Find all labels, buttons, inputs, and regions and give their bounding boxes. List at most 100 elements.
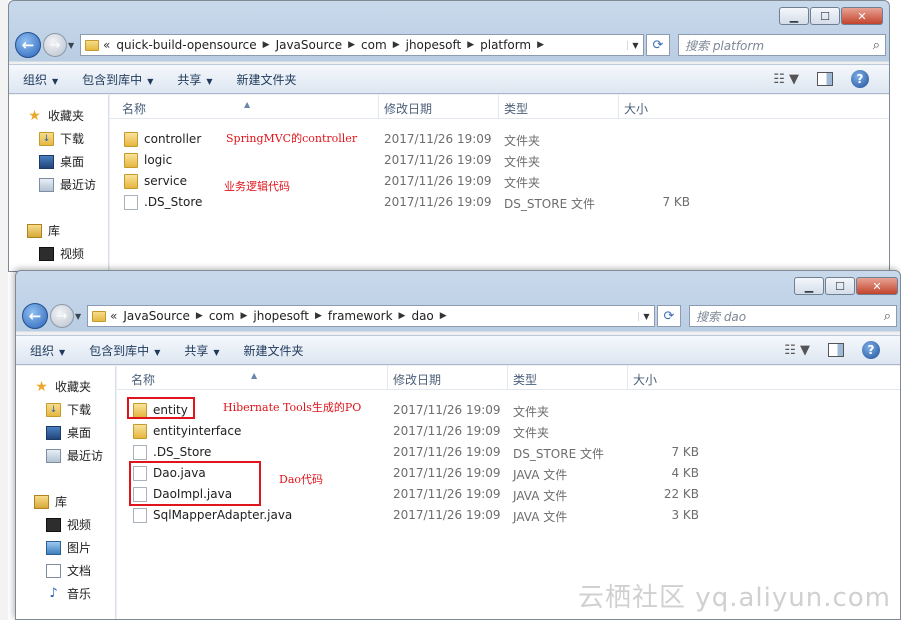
nav-libraries[interactable]: 库 xyxy=(34,493,67,510)
column-type[interactable]: 类型 xyxy=(504,100,528,117)
column-size[interactable]: 大小 xyxy=(624,100,648,117)
chevron-right-icon[interactable]: ▶ xyxy=(399,311,406,321)
share-menu[interactable]: 共享 ▼ xyxy=(184,342,219,359)
nav-favorites[interactable]: ★ 收藏夹 xyxy=(34,378,91,395)
recent-pages-dropdown[interactable]: ▼ xyxy=(68,41,80,50)
close-button[interactable]: ✕ xyxy=(841,7,883,25)
maximize-button[interactable]: ☐ xyxy=(825,277,855,295)
breadcrumb-overflow-icon[interactable]: « xyxy=(110,309,117,323)
desktop-icon xyxy=(46,425,61,440)
file-row[interactable]: .DS_Store 2017/11/26 19:09 DS_STORE 文件 7… xyxy=(110,192,889,213)
breadcrumb-item[interactable]: quick-build-opensource xyxy=(116,38,256,52)
address-history-dropdown[interactable]: ▼ xyxy=(627,40,643,50)
column-divider[interactable] xyxy=(627,366,628,390)
address-bar[interactable]: « JavaSource ▶ com ▶ jhopesoft ▶ framework ▶… xyxy=(87,305,655,327)
search-input[interactable]: 搜索 dao ⌕ xyxy=(689,305,897,327)
view-options-icon[interactable]: ☷ ▼ xyxy=(773,72,799,87)
file-row[interactable]: entityinterface 2017/11/26 19:09 文件夹 xyxy=(117,421,900,442)
forward-button[interactable]: → xyxy=(50,304,74,328)
back-button[interactable]: ← xyxy=(15,32,41,58)
nav-desktop[interactable]: 桌面 xyxy=(39,153,84,170)
include-in-library-menu[interactable]: 包含到库中 ▼ xyxy=(82,71,153,88)
breadcrumb-item[interactable]: com xyxy=(209,309,235,323)
nav-downloads[interactable]: ↓ 下载 xyxy=(39,130,84,147)
column-divider[interactable] xyxy=(507,366,508,390)
nav-label: 桌面 xyxy=(60,155,85,169)
refresh-button[interactable]: ⟳ xyxy=(657,305,681,327)
organize-menu[interactable]: 组织 ▼ xyxy=(30,342,65,359)
nav-desktop[interactable]: 桌面 xyxy=(46,424,91,441)
column-type[interactable]: 类型 xyxy=(513,371,537,388)
chevron-right-icon[interactable]: ▶ xyxy=(393,40,400,50)
column-divider[interactable] xyxy=(618,95,619,119)
breadcrumb-item[interactable]: JavaSource xyxy=(276,38,343,52)
downloads-icon: ↓ xyxy=(46,402,61,417)
chevron-right-icon[interactable]: ▶ xyxy=(348,40,355,50)
nav-downloads[interactable]: ↓ 下载 xyxy=(46,401,91,418)
refresh-button[interactable]: ⟳ xyxy=(646,34,670,56)
breadcrumb-overflow-icon[interactable]: « xyxy=(103,38,110,52)
preview-pane-icon[interactable] xyxy=(828,343,844,357)
nav-label: 下载 xyxy=(60,132,85,146)
organize-label: 组织 xyxy=(30,343,55,358)
view-options-icon[interactable]: ☷ ▼ xyxy=(784,343,810,358)
column-name[interactable]: 名称 xyxy=(122,100,146,117)
chevron-right-icon[interactable]: ▶ xyxy=(263,40,270,50)
share-menu[interactable]: 共享 ▼ xyxy=(177,71,212,88)
nav-recent[interactable]: 最近访 xyxy=(39,176,96,193)
minimize-button[interactable]: ▁ xyxy=(794,277,824,295)
new-folder-button[interactable]: 新建文件夹 xyxy=(244,342,304,359)
file-type: JAVA 文件 xyxy=(513,510,568,524)
nav-recent[interactable]: 最近访 xyxy=(46,447,103,464)
breadcrumb-item[interactable]: jhopesoft xyxy=(253,309,309,323)
breadcrumb-item[interactable]: com xyxy=(361,38,387,52)
breadcrumb-item[interactable]: dao xyxy=(411,309,433,323)
column-divider[interactable] xyxy=(387,366,388,390)
preview-pane-icon[interactable] xyxy=(817,72,833,86)
breadcrumb-item[interactable]: jhopesoft xyxy=(406,38,462,52)
column-date[interactable]: 修改日期 xyxy=(384,100,432,117)
nav-label: 下载 xyxy=(67,403,92,417)
file-row[interactable]: SqlMapperAdapter.java 2017/11/26 19:09 J… xyxy=(117,505,900,526)
recent-pages-dropdown[interactable]: ▼ xyxy=(75,312,87,321)
nav-videos[interactable]: 视频 xyxy=(39,245,84,262)
column-divider[interactable] xyxy=(498,95,499,119)
column-size[interactable]: 大小 xyxy=(633,371,657,388)
column-divider[interactable] xyxy=(378,95,379,119)
help-icon[interactable]: ? xyxy=(851,70,869,88)
chevron-right-icon[interactable]: ▶ xyxy=(467,40,474,50)
nav-pictures[interactable]: 图片 xyxy=(46,539,91,556)
close-button[interactable]: ✕ xyxy=(856,277,898,295)
chevron-right-icon[interactable]: ▶ xyxy=(440,311,447,321)
column-name[interactable]: 名称 xyxy=(131,371,155,388)
address-bar[interactable]: « quick-build-opensource ▶ JavaSource ▶ co… xyxy=(80,34,644,56)
nav-label: 最近访 xyxy=(60,178,97,192)
search-icon[interactable]: ⌕ xyxy=(873,38,880,53)
minimize-button[interactable]: ▁ xyxy=(779,7,809,25)
file-row[interactable]: logic 2017/11/26 19:09 文件夹 xyxy=(110,150,889,171)
nav-documents[interactable]: 文档 xyxy=(46,562,91,579)
breadcrumb-item[interactable]: framework xyxy=(328,309,393,323)
help-icon[interactable]: ? xyxy=(862,341,880,359)
column-date[interactable]: 修改日期 xyxy=(393,371,441,388)
search-icon[interactable]: ⌕ xyxy=(884,309,891,324)
chevron-right-icon[interactable]: ▶ xyxy=(315,311,322,321)
maximize-button[interactable]: ☐ xyxy=(810,7,840,25)
nav-libraries[interactable]: 库 xyxy=(27,222,60,239)
chevron-right-icon[interactable]: ▶ xyxy=(537,40,544,50)
file-row[interactable]: .DS_Store 2017/11/26 19:09 DS_STORE 文件 7… xyxy=(117,442,900,463)
include-in-library-menu[interactable]: 包含到库中 ▼ xyxy=(89,342,160,359)
forward-button[interactable]: → xyxy=(43,33,67,57)
organize-menu[interactable]: 组织 ▼ xyxy=(23,71,58,88)
back-button[interactable]: ← xyxy=(22,303,48,329)
chevron-right-icon[interactable]: ▶ xyxy=(240,311,247,321)
nav-videos[interactable]: 视频 xyxy=(46,516,91,533)
nav-favorites[interactable]: ★ 收藏夹 xyxy=(27,107,84,124)
chevron-right-icon[interactable]: ▶ xyxy=(196,311,203,321)
nav-music[interactable]: ♪ 音乐 xyxy=(46,585,91,602)
breadcrumb-item[interactable]: platform xyxy=(480,38,531,52)
new-folder-button[interactable]: 新建文件夹 xyxy=(237,71,297,88)
address-history-dropdown[interactable]: ▼ xyxy=(638,311,654,321)
search-input[interactable]: 搜索 platform ⌕ xyxy=(678,34,886,56)
breadcrumb-item[interactable]: JavaSource xyxy=(123,309,190,323)
